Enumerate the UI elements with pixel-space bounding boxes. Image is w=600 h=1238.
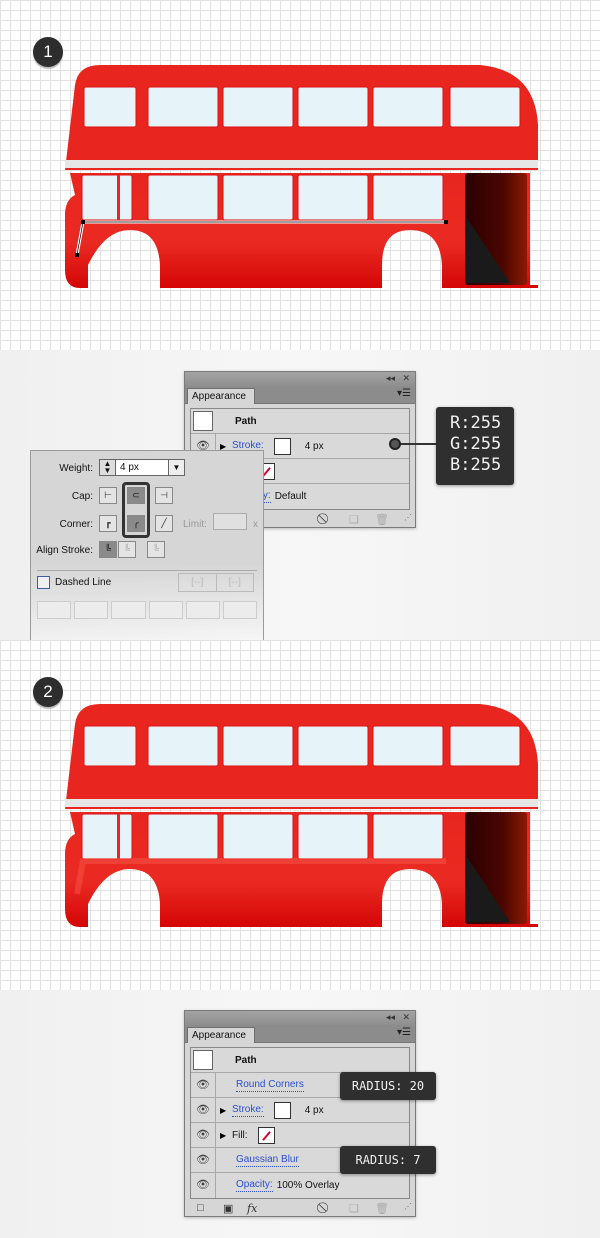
projecting-cap-button[interactable]: ⊣ (155, 487, 173, 504)
row-stroke[interactable]: 👁 ▶ Stroke: 4 px (191, 1098, 409, 1123)
butt-cap-button[interactable]: ⊢ (99, 487, 117, 504)
fx-icon[interactable]: fx (247, 1202, 257, 1215)
limit-input[interactable] (213, 513, 247, 530)
panel-menu-icon[interactable]: ▾☰ (397, 1027, 411, 1038)
appearance-panel-2: ◂◂ ✕ Appearance ▾☰ Path 👁 Round Corners … (184, 1010, 416, 1217)
bus-illustration-2 (65, 704, 538, 927)
tab-appearance[interactable]: Appearance (187, 1027, 255, 1043)
highlight-box (122, 482, 150, 538)
bus-divider-strip (65, 160, 538, 168)
close-icon[interactable]: ✕ (402, 373, 410, 384)
row-opacity[interactable]: 👁 Opacity: 100% Overlay (191, 1173, 409, 1198)
eye-icon[interactable]: 👁 (191, 1173, 216, 1198)
step-badge-2: 2 (33, 677, 63, 707)
align-center-button[interactable]: ╚ (99, 541, 117, 558)
dash-gap-fields (37, 601, 258, 619)
gap-field[interactable] (222, 601, 258, 619)
row-path[interactable]: Path (191, 409, 409, 434)
resize-grip-icon[interactable]: ⋰ (404, 1202, 412, 1211)
panel-menu-icon[interactable]: ▾☰ (397, 388, 411, 399)
weight-stepper[interactable]: ▲ ▼ (100, 460, 116, 475)
eye-icon[interactable]: 👁 (191, 1148, 216, 1172)
align-outside-button[interactable]: ╚ (147, 541, 165, 558)
stroke-panel: Weight: ▲ ▼ 4 px ▼ Cap: ⊢ ⊂ ⊣ Corner: ┏ ╭… (30, 450, 264, 640)
panel-titlebar[interactable]: ◂◂ ✕ (185, 372, 415, 386)
eye-icon[interactable]: 👁 (191, 1123, 216, 1147)
expand-triangle-icon[interactable]: ▶ (220, 1106, 232, 1115)
eye-icon[interactable]: 👁 (191, 1098, 216, 1122)
duplicate-item-icon[interactable]: ❏ (349, 513, 359, 526)
row-path[interactable]: Path (191, 1048, 409, 1073)
rgb-tooltip: R:255 G:255 B:255 (436, 407, 514, 485)
collapse-icon[interactable]: ◂◂ (386, 1012, 395, 1023)
expand-triangle-icon[interactable]: ▶ (220, 1131, 232, 1140)
tab-appearance[interactable]: Appearance (187, 388, 255, 404)
dash-field[interactable] (37, 601, 72, 619)
resize-grip-icon[interactable]: ⋰ (404, 513, 412, 522)
dash-field[interactable] (185, 601, 220, 619)
step-badge-1: 1 (33, 37, 63, 67)
weight-input[interactable]: ▲ ▼ 4 px ▼ (99, 459, 185, 476)
delete-item-icon[interactable]: 🗑 (375, 513, 389, 526)
divider (37, 570, 257, 571)
duplicate-item-icon[interactable]: ❏ (349, 1202, 359, 1215)
add-fill-icon[interactable]: ▣ (223, 1202, 233, 1215)
fill-swatch-none[interactable] (257, 1126, 275, 1144)
dashed-line-checkbox[interactable] (37, 576, 50, 589)
weight-dropdown-icon[interactable]: ▼ (168, 460, 184, 475)
collapse-icon[interactable]: ◂◂ (386, 373, 395, 384)
close-icon[interactable]: ✕ (402, 1012, 410, 1023)
gap-field[interactable] (148, 601, 183, 619)
miter-join-button[interactable]: ┏ (99, 515, 117, 532)
panel-titlebar[interactable]: ◂◂ ✕ (185, 1011, 415, 1025)
eye-icon[interactable]: 👁 (191, 1073, 216, 1097)
align-inside-button[interactable]: ╚ (118, 541, 136, 558)
delete-item-icon[interactable]: 🗑 (375, 1202, 389, 1215)
callout-dot (389, 438, 401, 450)
bevel-join-button[interactable]: ╱ (155, 515, 173, 532)
bus-illustration-1 (65, 65, 538, 288)
gap-field[interactable] (74, 601, 109, 619)
row-fill[interactable]: 👁 ▶ Fill: (191, 1123, 409, 1148)
add-stroke-icon[interactable]: □ (197, 1202, 204, 1214)
stroke-swatch[interactable] (273, 1101, 291, 1119)
stroke-swatch[interactable] (273, 437, 291, 455)
dash-align-buttons[interactable]: [‐‐] [‐‐] (178, 573, 254, 592)
radius-tooltip-gaussian-blur: RADIUS: 7 (340, 1146, 436, 1174)
radius-tooltip-round-corners: RADIUS: 20 (340, 1072, 436, 1100)
dash-field[interactable] (111, 601, 146, 619)
